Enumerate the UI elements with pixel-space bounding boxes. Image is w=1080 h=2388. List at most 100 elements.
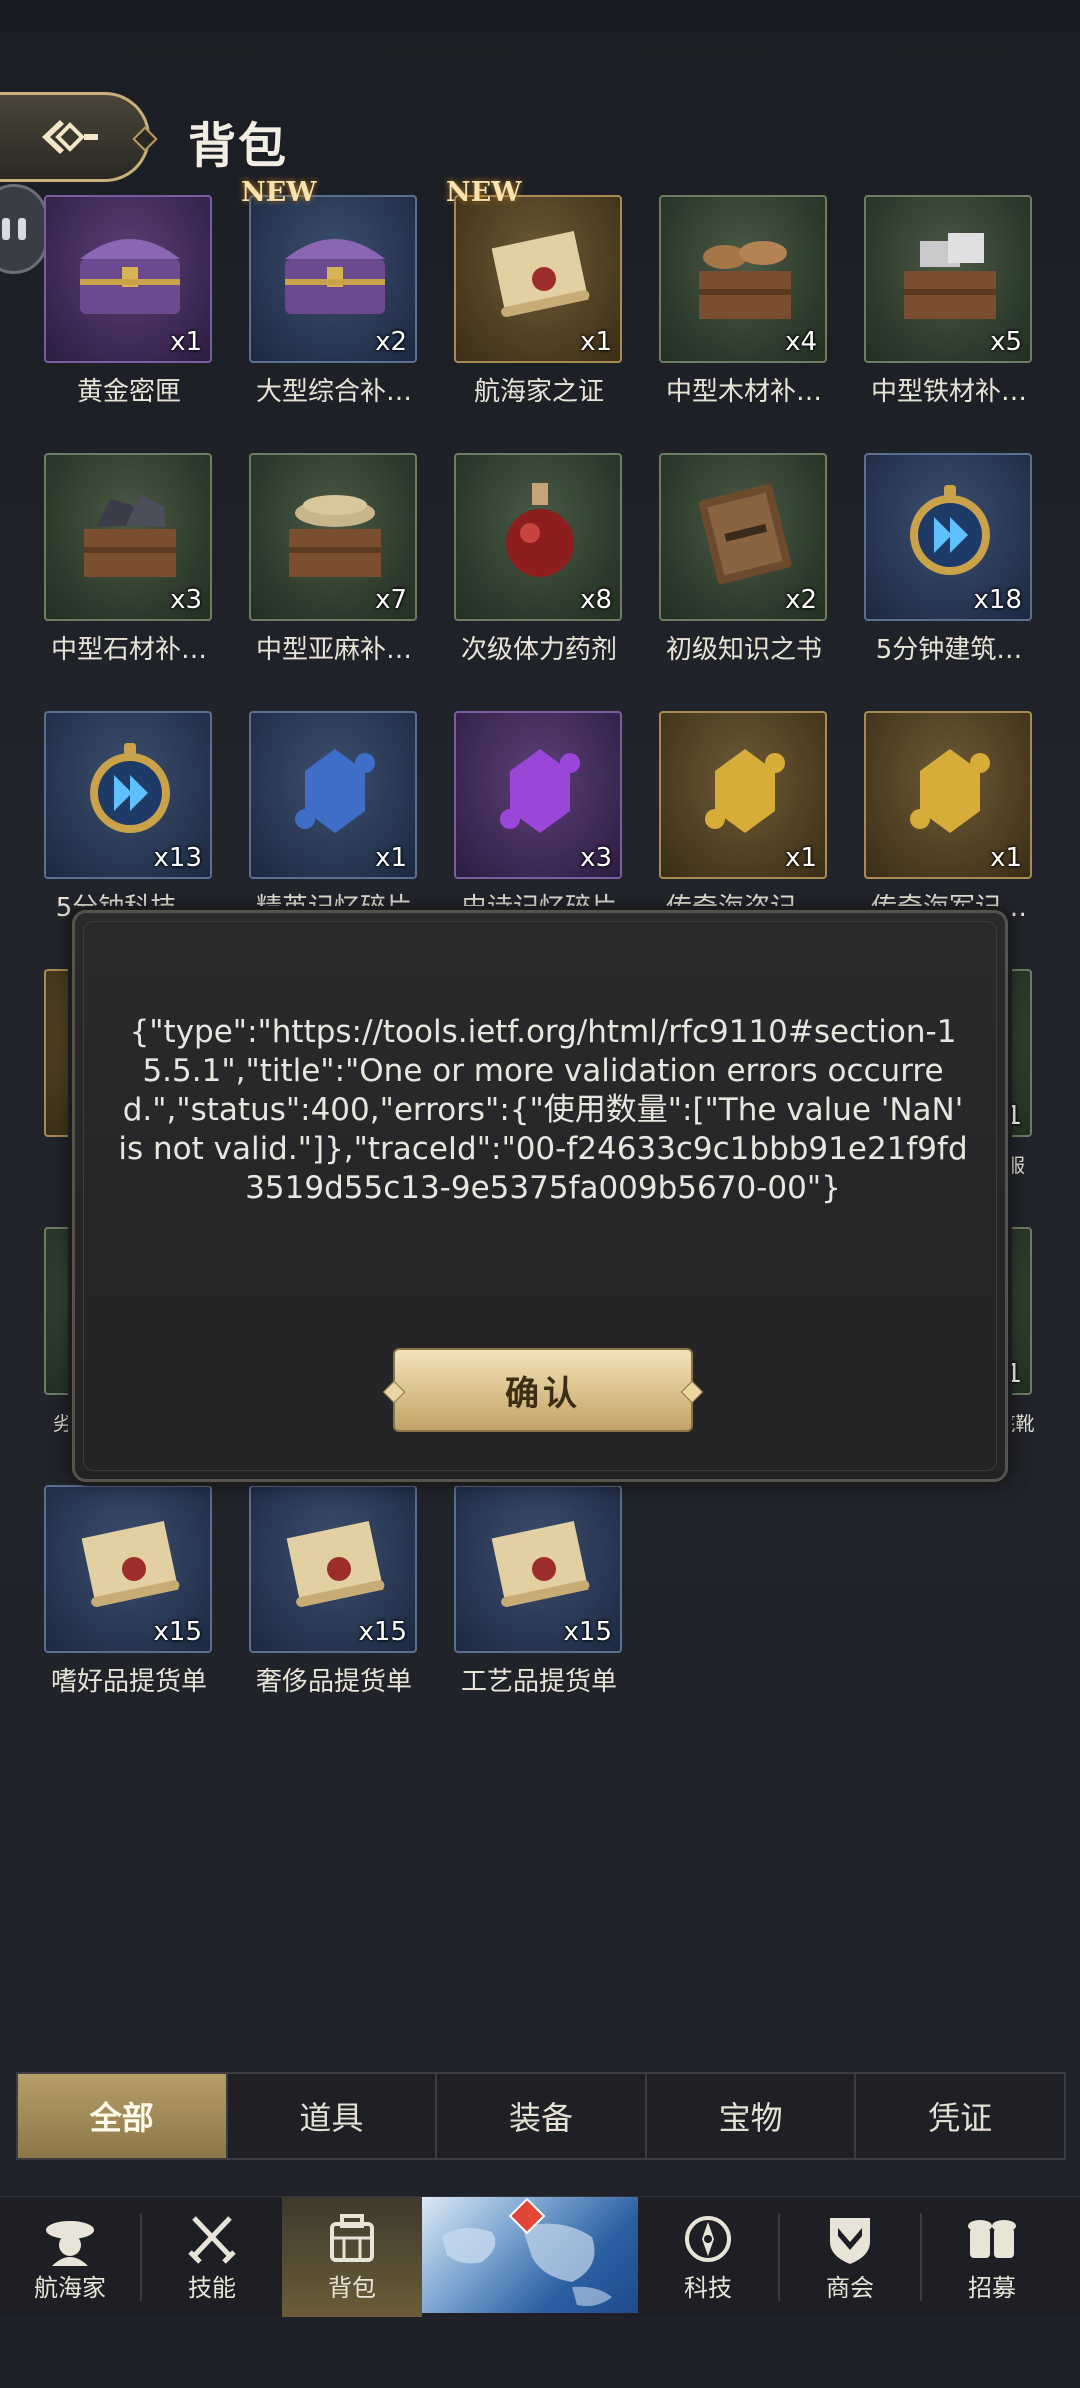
potion-icon: [506, 483, 574, 577]
item-name: 中型石材补…: [50, 635, 207, 665]
item-slot[interactable]: x8: [454, 453, 622, 621]
tab-0[interactable]: 全部: [18, 2074, 228, 2158]
item-slot[interactable]: x3: [44, 453, 212, 621]
item-slot[interactable]: x18: [864, 453, 1032, 621]
page-title: 背包: [188, 118, 289, 174]
item-name: 中型亚麻补…: [255, 635, 412, 665]
puzzle-icon: [295, 749, 375, 833]
bottom-nav: 航海家 技能 背包 科技 商会 招募: [0, 2196, 1080, 2317]
category-tabs: 全部 道具 装备 宝物 凭证: [16, 2072, 1066, 2160]
book-icon: [698, 483, 792, 585]
item-slot[interactable]: x3: [454, 711, 622, 879]
error-dialog: {"type":"https://tools.ietf.org/html/rfc…: [72, 910, 1008, 1482]
guild-icon: [830, 2217, 870, 2264]
nav-tech[interactable]: 科技: [638, 2197, 778, 2317]
item-slot[interactable]: x2: [249, 195, 417, 363]
item-quantity: x15: [563, 1617, 612, 1647]
scroll-icon: [286, 1521, 385, 1607]
floating-chat-bubble[interactable]: [0, 184, 48, 274]
backpack-icon: [330, 2213, 374, 2262]
navigator-icon: [46, 2220, 94, 2266]
speedup-icon: [910, 485, 990, 575]
item-name: 工艺品提货单: [460, 1667, 617, 1697]
confirm-button[interactable]: 确认: [393, 1348, 693, 1432]
item-name: 中型木材补…: [665, 377, 822, 407]
tab-3[interactable]: 宝物: [647, 2074, 857, 2158]
scroll-icon: [81, 1521, 180, 1607]
nav-skills[interactable]: 技能: [142, 2197, 282, 2317]
new-badge: NEW: [241, 177, 317, 208]
chest-icon: [285, 239, 385, 314]
speedup-icon: [90, 743, 170, 833]
back-button[interactable]: [0, 92, 150, 182]
item-slot[interactable]: x2: [659, 453, 827, 621]
item-slot[interactable]: x1: [249, 711, 417, 879]
item-quantity: x1: [990, 843, 1022, 873]
compass-icon: [685, 2215, 731, 2262]
item-quantity: x15: [358, 1617, 407, 1647]
header: 背包: [0, 80, 1080, 190]
item-name: 黄金密匣: [76, 377, 181, 407]
tab-1[interactable]: 道具: [228, 2074, 438, 2158]
world-map-button[interactable]: [422, 2197, 638, 2313]
item-slot[interactable]: x15: [454, 1485, 622, 1653]
item-quantity: x1: [580, 327, 612, 357]
item-name: 嗜好品提货单: [50, 1667, 207, 1697]
item-slot[interactable]: x13: [44, 711, 212, 879]
item-quantity: x4: [785, 327, 817, 357]
item-quantity: x7: [375, 585, 407, 615]
nav-label: 商会: [826, 2273, 874, 2302]
scroll-icon: [491, 231, 590, 317]
item-slot[interactable]: x1: [44, 195, 212, 363]
item-quantity: x1: [170, 327, 202, 357]
item-slot[interactable]: x1: [659, 711, 827, 879]
item-name: 大型综合补…: [255, 377, 412, 407]
item-name: 初级知识之书: [665, 635, 822, 665]
nav-label: 技能: [188, 2273, 236, 2302]
item-quantity: x3: [580, 843, 612, 873]
item-name: 中型铁材补…: [870, 377, 1027, 407]
item-name: 航海家之证: [473, 377, 604, 407]
nav-label: 背包: [328, 2273, 376, 2302]
stone-crate-icon: [84, 495, 176, 577]
nav-label: 招募: [968, 2273, 1016, 2302]
item-quantity: x3: [170, 585, 202, 615]
item-slot[interactable]: x4: [659, 195, 827, 363]
puzzle-icon: [705, 749, 785, 833]
item-slot[interactable]: x7: [249, 453, 417, 621]
back-arrow-icon: [41, 120, 98, 154]
item-quantity: x18: [973, 585, 1022, 615]
item-slot[interactable]: x15: [44, 1485, 212, 1653]
item-quantity: x2: [785, 585, 817, 615]
recruit-icon: [968, 2219, 1016, 2258]
linen-crate-icon: [289, 495, 381, 577]
item-slot[interactable]: x5: [864, 195, 1032, 363]
error-message: {"type":"https://tools.ietf.org/html/rfc…: [118, 1014, 968, 1206]
item-name: 次级体力药剂: [460, 635, 617, 665]
nav-label: 科技: [684, 2273, 732, 2302]
scroll-icon: [491, 1521, 590, 1607]
item-quantity: x2: [375, 327, 407, 357]
tab-4[interactable]: 凭证: [856, 2074, 1064, 2158]
inventory-screen: 背包 x1 黄金密匣 x2 NEW 大型综合补… x1 NEW 航海家之证 x4 中型木材补… x5…: [0, 0, 1080, 2388]
nav-guild[interactable]: 商会: [780, 2197, 920, 2317]
item-quantity: x13: [153, 843, 202, 873]
nav-recruit[interactable]: 招募: [922, 2197, 1062, 2317]
item-quantity: x1: [375, 843, 407, 873]
item-quantity: x5: [990, 327, 1022, 357]
item-name: 5分钟建筑…: [875, 635, 1023, 665]
item-slot[interactable]: x15: [249, 1485, 417, 1653]
nav-backpack[interactable]: 背包: [282, 2197, 422, 2317]
tab-2[interactable]: 装备: [437, 2074, 647, 2158]
nav-label: 航海家: [34, 2273, 106, 2302]
nav-navigator[interactable]: 航海家: [0, 2197, 140, 2317]
puzzle-icon: [500, 749, 580, 833]
item-quantity: x8: [580, 585, 612, 615]
item-name: 奢侈品提货单: [255, 1667, 412, 1697]
puzzle-icon: [910, 749, 990, 833]
chest-icon: [80, 239, 180, 314]
wood-crate-icon: [699, 241, 791, 319]
new-badge: NEW: [446, 177, 522, 208]
item-slot[interactable]: x1: [864, 711, 1032, 879]
item-slot[interactable]: x1: [454, 195, 622, 363]
